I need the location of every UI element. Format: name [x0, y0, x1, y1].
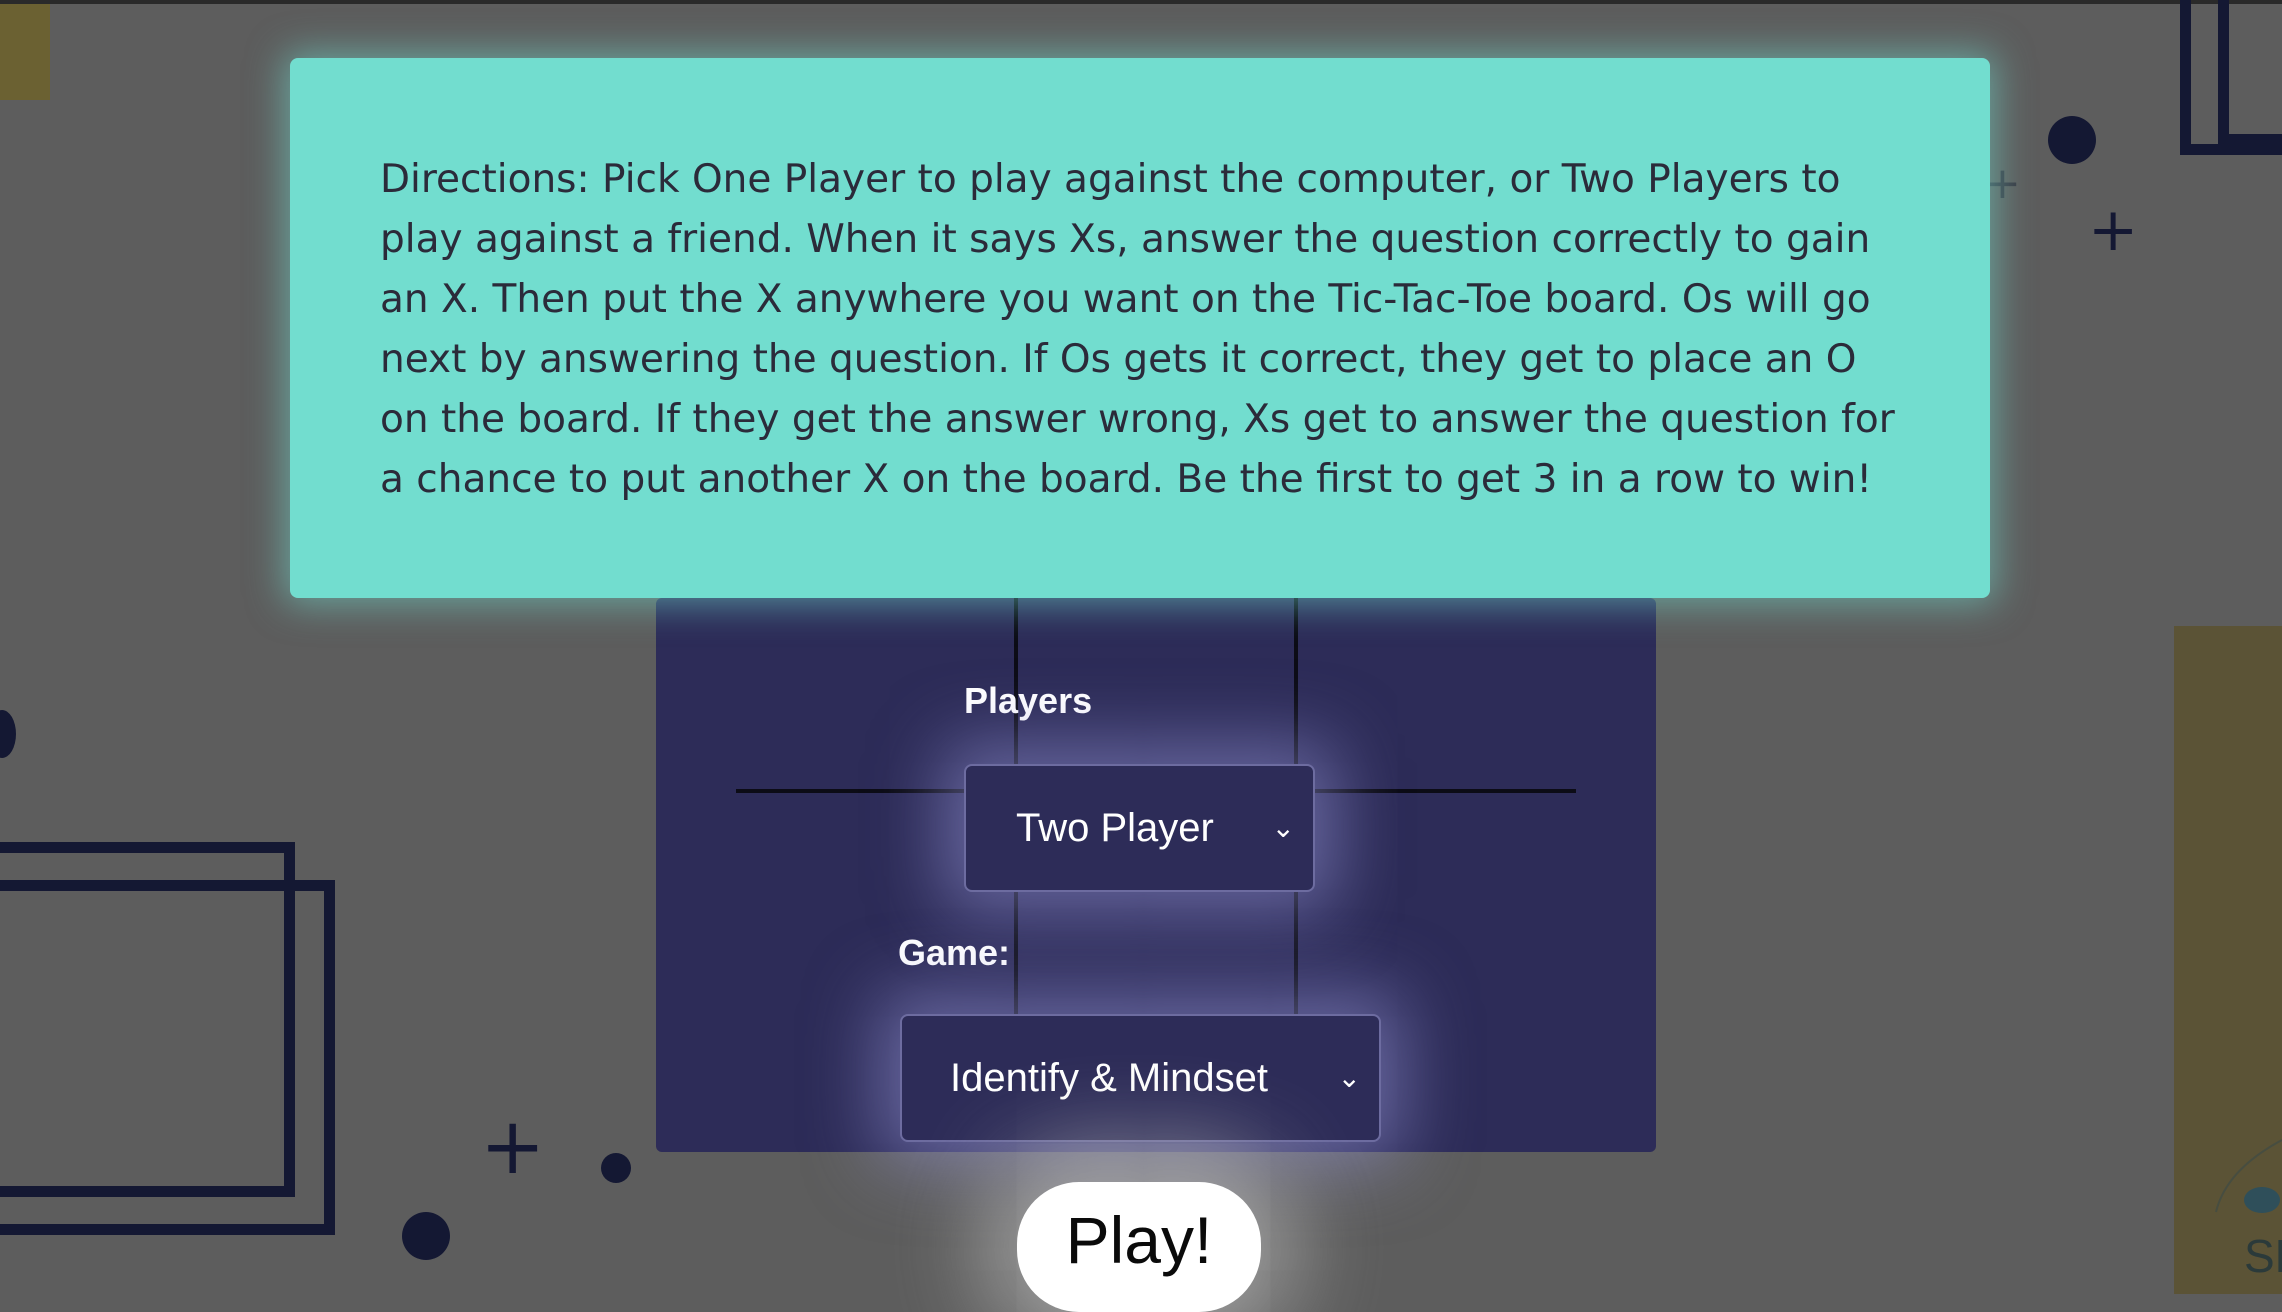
dot-icon: [2048, 116, 2096, 164]
chevron-down-icon: ⌄: [1337, 1062, 1361, 1093]
players-select-value: Two Player: [1016, 805, 1214, 850]
yellow-corner-block: [0, 4, 50, 100]
game-select-value: Identify & Mindset: [950, 1055, 1268, 1100]
players-label: Players: [964, 680, 1093, 721]
game-select[interactable]: Identify & Mindset ⌄: [900, 1014, 1381, 1142]
plus-icon: +: [480, 1102, 546, 1192]
sel-logo: SE: [2196, 1120, 2282, 1282]
elephant-icon: [2244, 1187, 2280, 1213]
dot-icon: [601, 1153, 631, 1183]
dot-icon: [0, 710, 16, 758]
dot-icon: [402, 1212, 450, 1260]
players-select[interactable]: Two Player ⌄: [964, 764, 1315, 892]
logo-letters: SE: [2244, 1230, 2282, 1280]
play-button[interactable]: Play!: [1017, 1182, 1261, 1312]
square-outline-icon: [2218, 0, 2282, 145]
directions-text: Directions: Pick One Player to play agai…: [380, 157, 1895, 502]
plus-icon: +: [2088, 195, 2139, 265]
directions-modal: Directions: Pick One Player to play agai…: [290, 58, 1990, 598]
top-border: [0, 0, 2282, 4]
chevron-down-icon: ⌄: [1271, 812, 1295, 843]
game-label: Game:: [898, 932, 1011, 973]
logo-graphic: SE: [2215, 1139, 2282, 1282]
square-outline-icon: [0, 880, 335, 1235]
